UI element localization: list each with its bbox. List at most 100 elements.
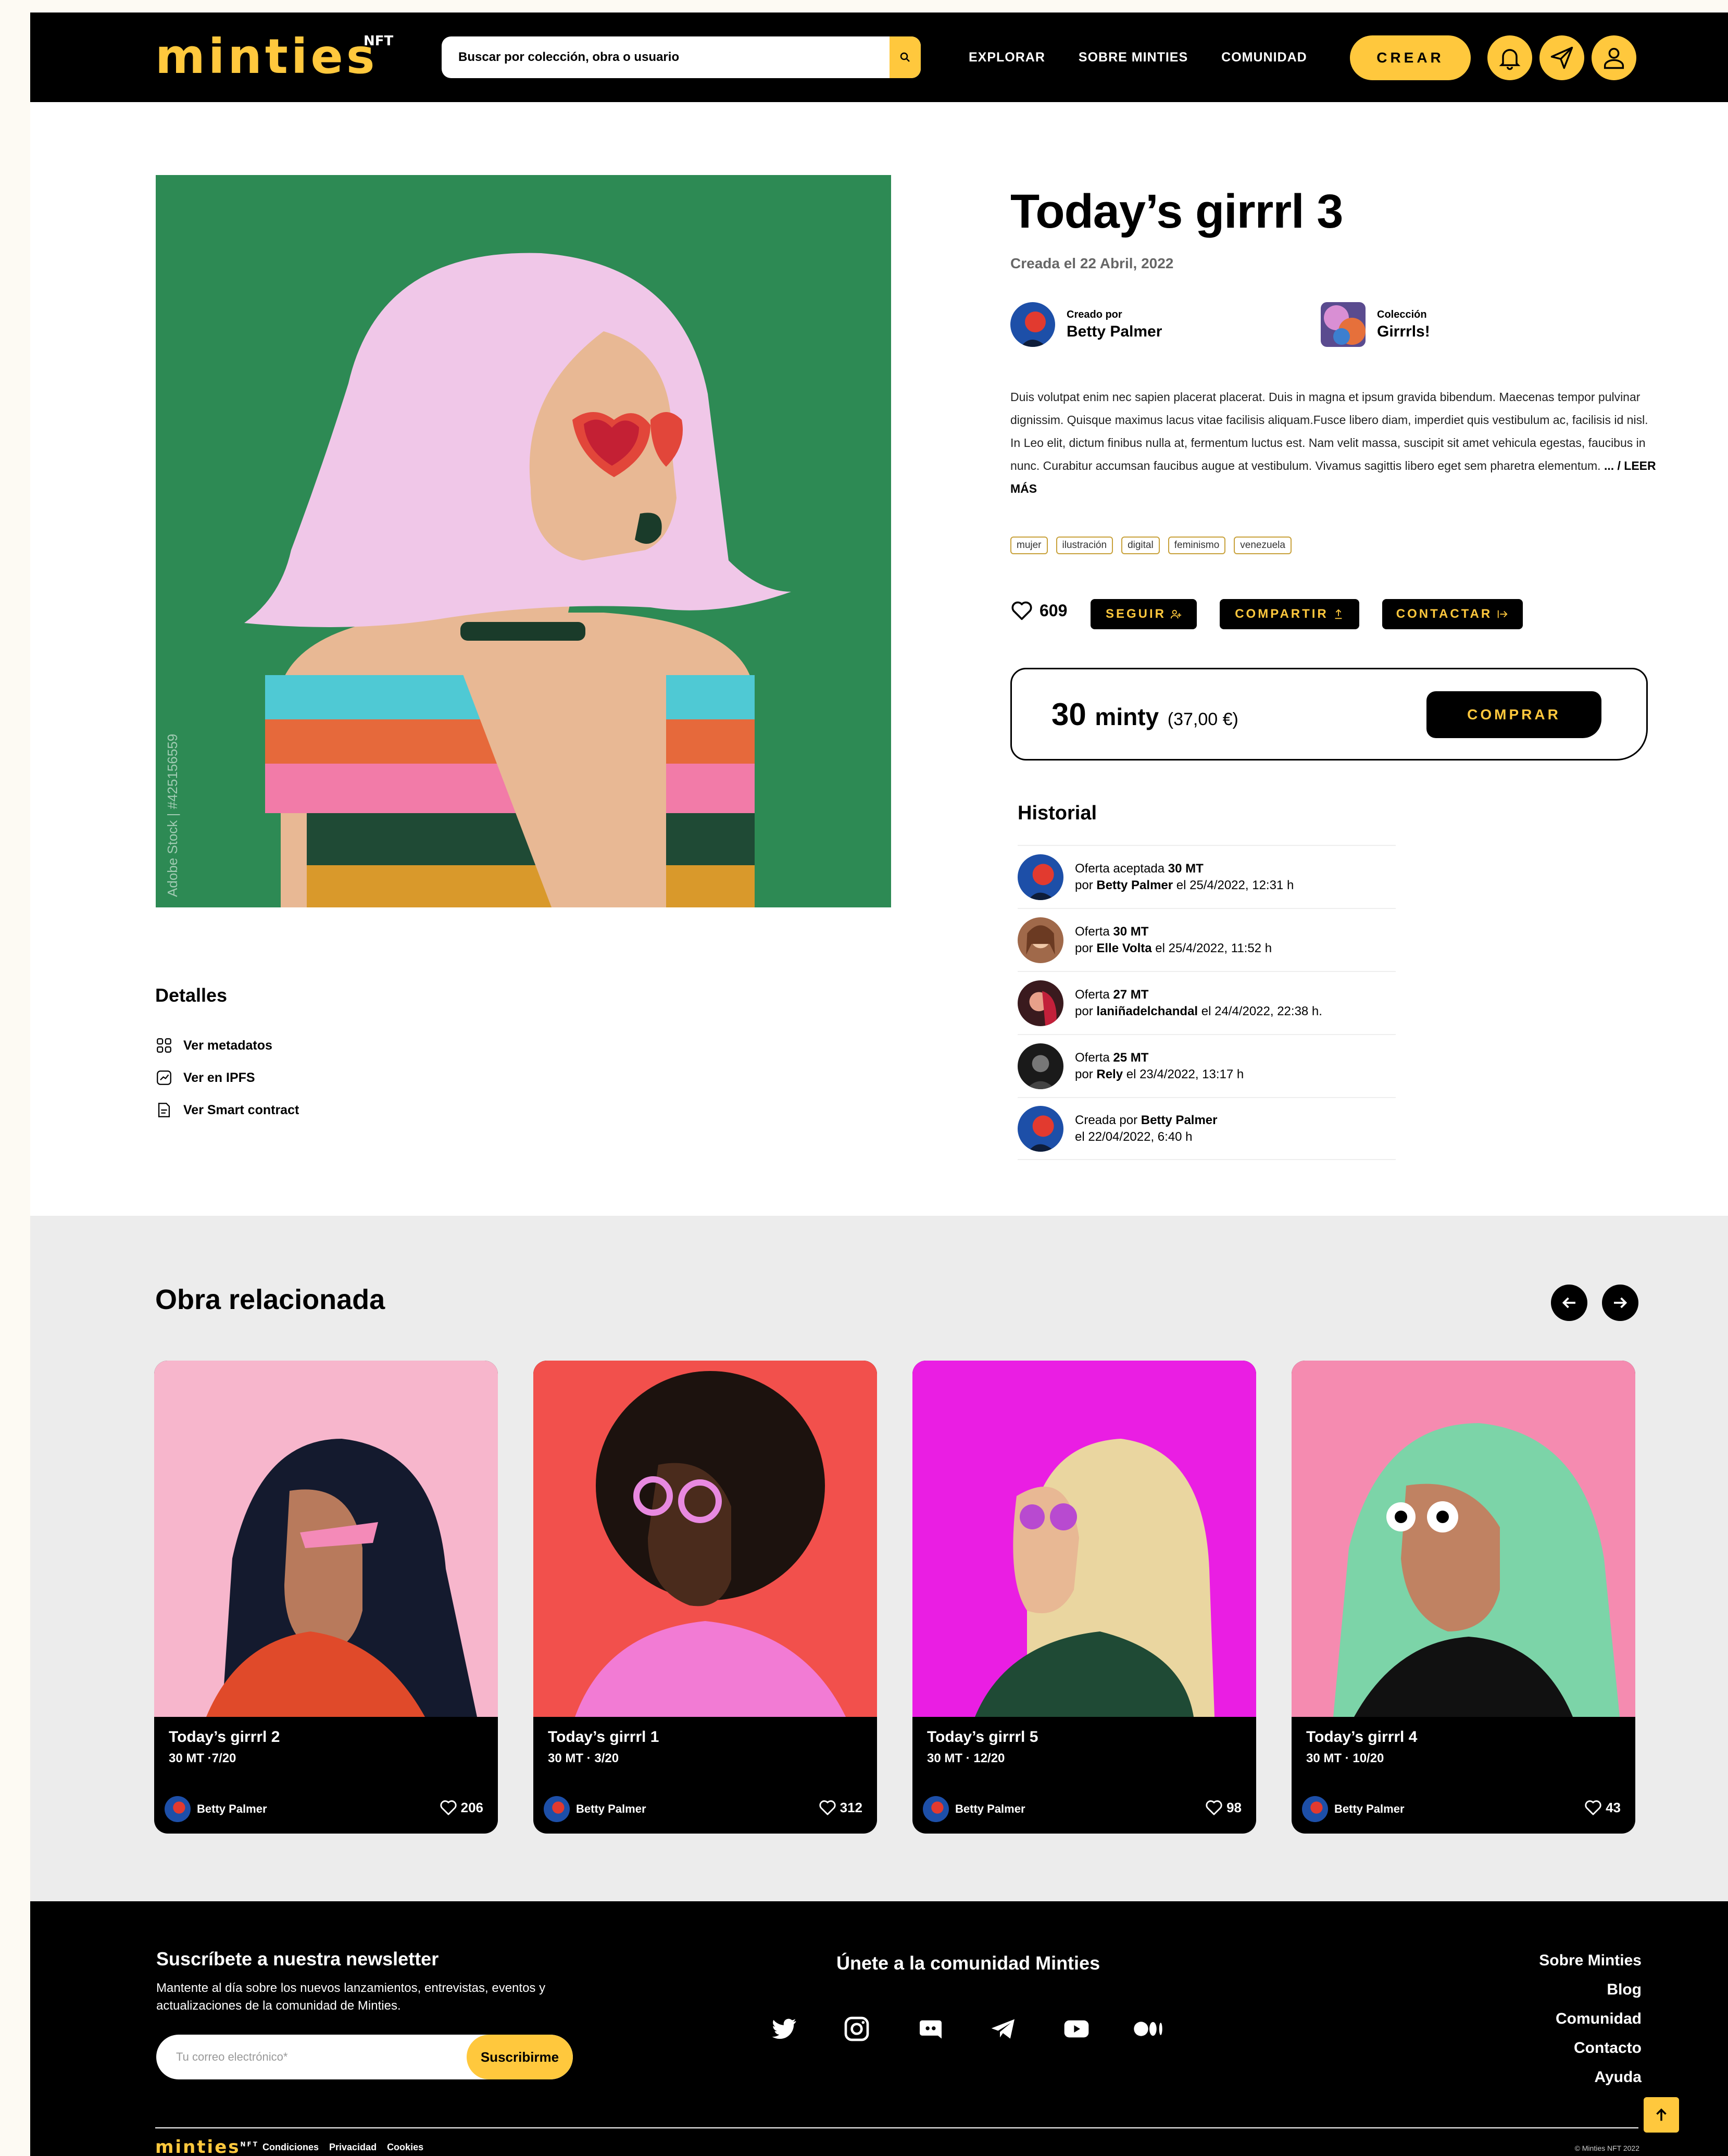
create-button[interactable]: CREAR [1350,35,1471,80]
related-card-artist[interactable]: Betty Palmer [923,1796,1025,1822]
newsletter-title: Suscríbete a nuestra newsletter [156,1948,439,1970]
chart-icon [157,1070,171,1085]
notifications-button[interactable] [1487,35,1532,80]
history-event: Oferta [1075,924,1113,939]
like-button[interactable]: 609 [1010,600,1067,621]
bell-icon [1499,49,1521,70]
history-by: por [1075,878,1097,892]
footer-link-contacto[interactable]: Contacto [1539,2034,1642,2063]
search-button[interactable] [890,36,921,78]
related-card[interactable]: Today’s girrrl 4 30 MT · 10/20 Betty Pal… [1292,1361,1635,1834]
like-count: 43 [1606,1799,1621,1815]
footer-divider [155,2127,1638,2128]
footer-link-blog[interactable]: Blog [1539,1975,1642,2004]
view-smart-contract-link[interactable]: Ver Smart contract [155,1101,299,1119]
history-by: por [1075,1004,1097,1018]
collection-avatar [1321,302,1366,347]
creator-info[interactable]: Creado por Betty Palmer [1010,302,1162,347]
medium-link[interactable] [1131,2011,1168,2047]
price-unit: minty [1095,703,1159,730]
arrow-left-icon [1562,1297,1575,1308]
related-title: Obra relacionada [155,1284,385,1315]
history-user[interactable]: laniñadelchandal [1096,1004,1198,1018]
messages-button[interactable] [1539,35,1584,80]
collection-name: Girrrls! [1377,322,1430,340]
carousel-next-button[interactable] [1602,1285,1638,1321]
heart-icon [819,1800,836,1815]
footer-links: Sobre Minties Blog Comunidad Contacto Ay… [1539,1946,1642,2092]
arrow-right-bar-icon [1498,610,1508,618]
newsletter-form: Suscribirme [156,2035,573,2079]
buy-button[interactable]: COMPRAR [1426,691,1601,738]
artist-avatar [923,1796,949,1822]
collection-info[interactable]: Colección Girrrls! [1321,302,1430,347]
discord-link[interactable] [912,2011,949,2047]
related-card[interactable]: Today’s girrrl 5 30 MT · 12/20 Betty Pal… [912,1361,1256,1834]
legal-link-condiciones[interactable]: Condiciones [262,2142,319,2153]
tag[interactable]: venezuela [1234,537,1292,554]
page: mintiesNFT EXPLORAR SOBRE MINTIES COMUNI… [30,13,1728,2156]
related-card-likes[interactable]: 206 [439,1799,483,1816]
legal-link-cookies[interactable]: Cookies [387,2142,423,2153]
tag[interactable]: feminismo [1168,537,1226,554]
telegram-link[interactable] [985,2011,1022,2047]
history-user[interactable]: Betty Palmer [1096,878,1173,892]
view-metadata-link[interactable]: Ver metadatos [155,1037,272,1054]
scroll-to-top-button[interactable] [1644,2097,1679,2133]
arrow-up-icon [1656,2108,1667,2121]
history-user[interactable]: Elle Volta [1096,941,1151,955]
related-card-image [154,1361,498,1717]
youtube-link[interactable] [1058,2011,1095,2047]
history-text: Oferta aceptada 30 MT por Betty Palmer e… [1075,861,1294,894]
logo[interactable]: minties NFT [155,28,393,85]
related-card-artist[interactable]: Betty Palmer [544,1796,646,1822]
contact-button[interactable]: CONTACTAR [1382,599,1523,629]
related-card[interactable]: Today’s girrrl 1 30 MT · 3/20 Betty Palm… [533,1361,877,1834]
related-card-meta: 30 MT · 3/20 [548,1751,619,1765]
footer-link-sobre-minties[interactable]: Sobre Minties [1539,1946,1642,1975]
nav-explorar[interactable]: EXPLORAR [969,47,1045,68]
history-title: Historial [1018,802,1097,824]
history-text: Oferta 30 MT por Elle Volta el 25/4/2022… [1075,924,1272,957]
view-ipfs-link[interactable]: Ver en IPFS [155,1069,255,1087]
creator-name: Betty Palmer [1067,322,1162,340]
profile-button[interactable] [1592,35,1636,80]
footer-logo[interactable]: mintiesNFT [155,2137,259,2156]
related-card[interactable]: Today’s girrrl 2 30 MT ·7/20 Betty Palme… [154,1361,498,1834]
related-card-artist[interactable]: Betty Palmer [1302,1796,1405,1822]
history-user[interactable]: Betty Palmer [1141,1113,1218,1127]
nav-sobre-minties[interactable]: SOBRE MINTIES [1079,47,1188,68]
email-input[interactable] [156,2035,469,2079]
tag[interactable]: mujer [1010,537,1048,554]
twitter-link[interactable] [766,2011,802,2047]
history-row: Oferta 25 MT por Rely el 23/4/2022, 13:1… [1018,1034,1396,1097]
youtube-icon [1064,2020,1089,2038]
grid-icon [157,1038,171,1053]
related-card-likes[interactable]: 98 [1205,1799,1242,1816]
like-count: 206 [460,1799,483,1815]
legal-link-privacidad[interactable]: Privacidad [329,2142,377,2153]
heart-icon [1011,601,1032,620]
search-input[interactable] [442,36,890,78]
carousel-prev-button[interactable] [1551,1285,1587,1321]
twitter-icon [772,2018,796,2039]
artist-name: Betty Palmer [576,1802,646,1815]
footer-link-comunidad[interactable]: Comunidad [1539,2004,1642,2034]
related-card-artist[interactable]: Betty Palmer [165,1796,267,1822]
tag[interactable]: ilustración [1056,537,1113,554]
nav-comunidad[interactable]: COMUNIDAD [1221,47,1307,68]
history-user[interactable]: Rely [1096,1067,1123,1081]
subscribe-button[interactable]: Suscribirme [467,2035,573,2079]
share-button[interactable]: COMPARTIR [1220,599,1359,629]
related-card-likes[interactable]: 312 [818,1799,862,1816]
send-icon [1550,46,1573,69]
follow-button[interactable]: SEGUIR [1091,599,1197,629]
related-card-likes[interactable]: 43 [1584,1799,1621,1816]
user-plus-icon [1170,609,1182,619]
heart-icon [1206,1800,1222,1815]
tag[interactable]: digital [1121,537,1160,554]
copyright: © Minties NFT 2022 [1574,2144,1639,2152]
footer-link-ayuda[interactable]: Ayuda [1539,2063,1642,2092]
instagram-link[interactable] [838,2011,875,2047]
artist-name: Betty Palmer [197,1802,267,1815]
